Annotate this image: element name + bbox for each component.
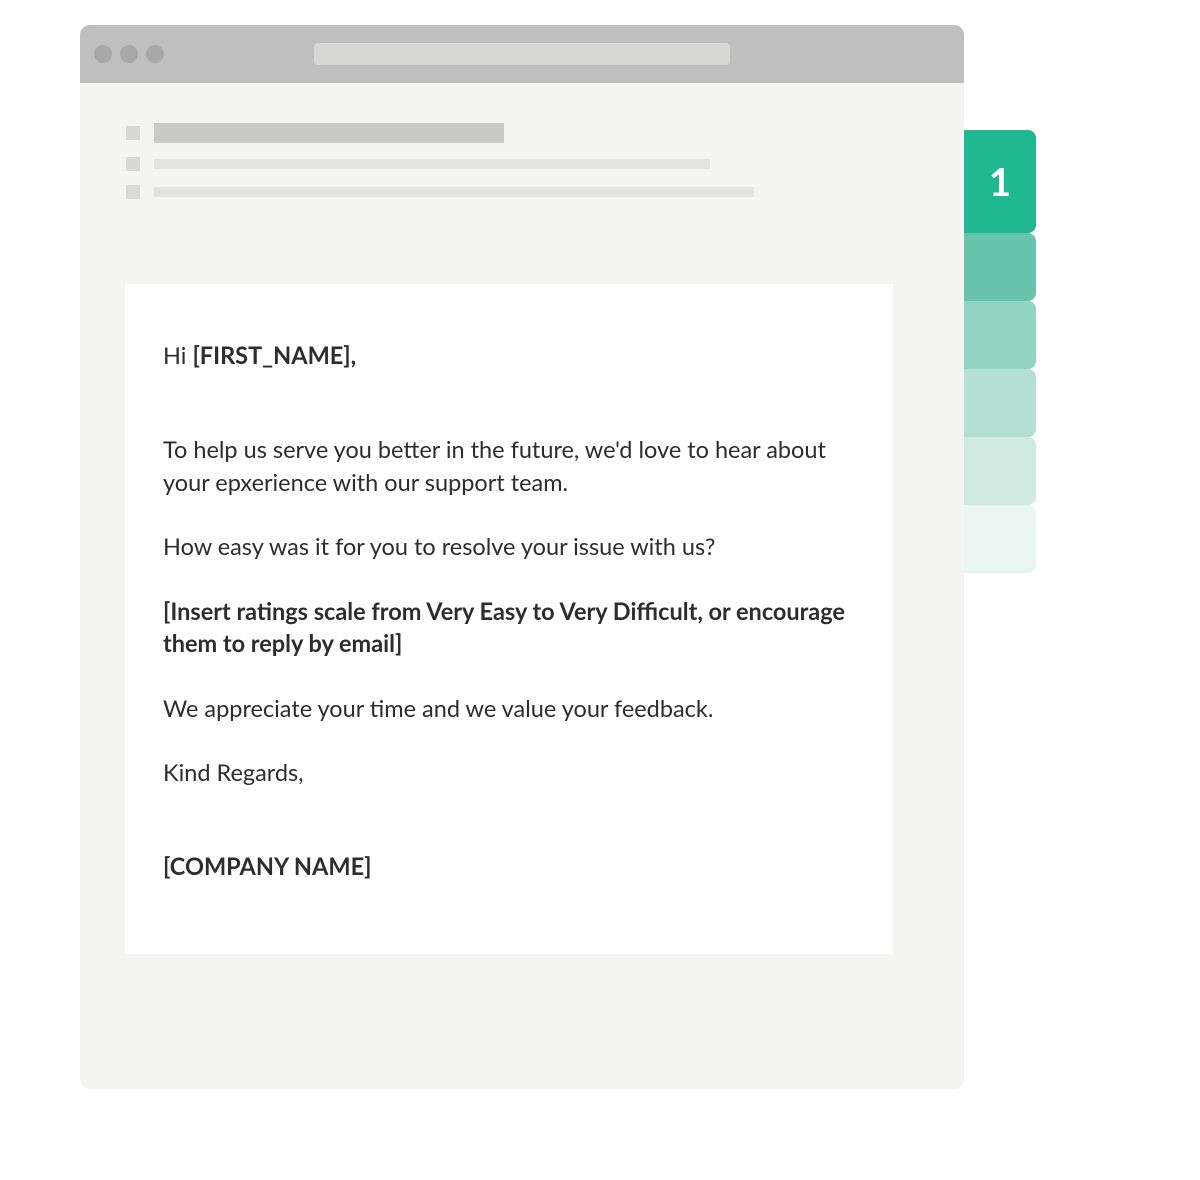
skeleton-square: [126, 126, 140, 140]
email-paragraph: To help us serve you better in the futur…: [163, 434, 855, 499]
tab-1[interactable]: 1: [964, 130, 1036, 233]
tab-4[interactable]: [964, 369, 1036, 437]
email-paragraph: How easy was it for you to resolve your …: [163, 531, 855, 563]
tab-3[interactable]: [964, 301, 1036, 369]
window-dot: [120, 45, 138, 63]
side-tabs: 1: [964, 130, 1036, 573]
email-paragraph: We appreciate your time and we value you…: [163, 693, 855, 725]
email-greeting: Hi [FIRST_NAME],: [163, 340, 855, 372]
window-dot: [146, 45, 164, 63]
skeleton-square: [126, 185, 140, 199]
tab-2[interactable]: [964, 233, 1036, 301]
greeting-name-token: [FIRST_NAME],: [192, 342, 356, 370]
email-company-token: [COMPANY NAME]: [163, 851, 855, 883]
skeleton-square: [126, 157, 140, 171]
tab-6[interactable]: [964, 505, 1036, 573]
address-bar[interactable]: [314, 43, 730, 65]
greeting-prefix: Hi: [163, 342, 192, 370]
skeleton-line: [154, 187, 754, 197]
titlebar: [80, 25, 964, 83]
email-rating-placeholder: [Insert ratings scale from Very Easy to …: [163, 596, 855, 661]
tab-5[interactable]: [964, 437, 1036, 505]
skeleton-line: [154, 159, 710, 169]
page-header-skeleton: [80, 83, 964, 199]
email-signoff: Kind Regards,: [163, 757, 855, 789]
window-controls: [94, 45, 164, 63]
email-template-body: Hi [FIRST_NAME], To help us serve you be…: [125, 284, 893, 954]
window-dot: [94, 45, 112, 63]
skeleton-title: [154, 123, 504, 143]
